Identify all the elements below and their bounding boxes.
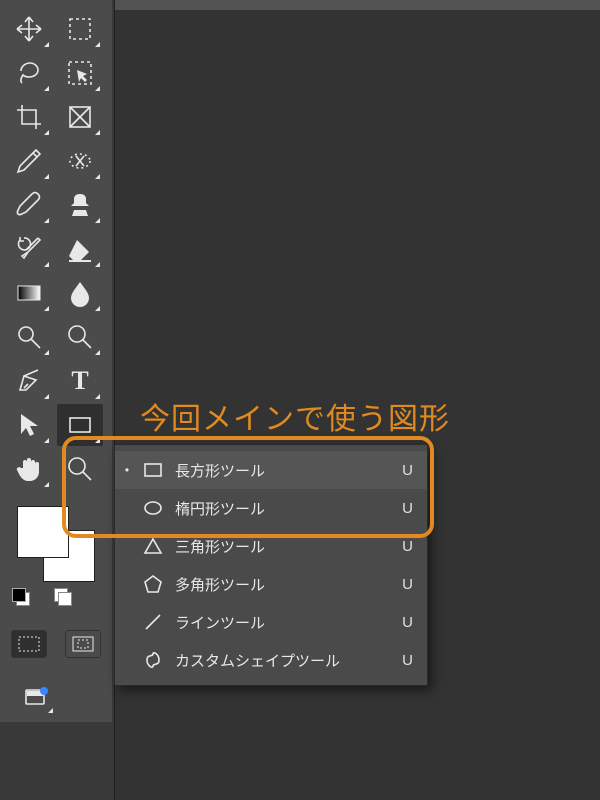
screen-mode-button[interactable] bbox=[16, 680, 56, 716]
quickmask-mode-button[interactable] bbox=[65, 630, 101, 658]
zoom-tool[interactable] bbox=[57, 448, 103, 490]
flyout-item-triangle[interactable]: 三角形ツール U bbox=[115, 527, 427, 565]
history-brush-tool[interactable] bbox=[6, 228, 52, 270]
flyout-item-shortcut: U bbox=[397, 462, 413, 479]
flyout-item-label: 長方形ツール bbox=[175, 460, 387, 481]
flyout-item-polygon[interactable]: 多角形ツール U bbox=[115, 565, 427, 603]
eraser-tool[interactable] bbox=[57, 228, 103, 270]
flyout-item-label: 三角形ツール bbox=[175, 536, 387, 557]
path-select-tool[interactable] bbox=[6, 404, 52, 446]
shape-tool-flyout: • 長方形ツール U 楕円形ツール U 三角形ツール U 多角形ツール U ライ… bbox=[114, 444, 428, 686]
flyout-item-shortcut: U bbox=[397, 538, 413, 555]
object-select-tool[interactable] bbox=[57, 52, 103, 94]
flyout-item-shortcut: U bbox=[397, 576, 413, 593]
lasso-tool[interactable] bbox=[6, 52, 52, 94]
dodge-tool[interactable] bbox=[6, 316, 52, 358]
triangle-icon bbox=[141, 534, 165, 558]
flyout-item-custom-shape[interactable]: カスタムシェイプツール U bbox=[115, 641, 427, 679]
flyout-item-shortcut: U bbox=[397, 500, 413, 517]
flyout-item-shortcut: U bbox=[397, 614, 413, 631]
flyout-item-line[interactable]: ラインツール U bbox=[115, 603, 427, 641]
color-swatches[interactable] bbox=[13, 506, 99, 582]
toolbar: T bbox=[0, 0, 112, 722]
default-colors-icon[interactable] bbox=[12, 588, 30, 606]
rectangle-shape-tool[interactable] bbox=[57, 404, 103, 446]
flyout-item-ellipse[interactable]: 楕円形ツール U bbox=[115, 489, 427, 527]
flyout-item-label: カスタムシェイプツール bbox=[175, 650, 387, 671]
eyedropper-tool[interactable] bbox=[6, 140, 52, 182]
ellipse-icon bbox=[141, 496, 165, 520]
gradient-tool[interactable] bbox=[6, 272, 52, 314]
zoom-mag-tool[interactable] bbox=[57, 316, 103, 358]
flyout-item-shortcut: U bbox=[397, 652, 413, 669]
line-icon bbox=[141, 610, 165, 634]
type-tool[interactable]: T bbox=[57, 360, 103, 402]
custom-shape-icon bbox=[141, 648, 165, 672]
brush-tool[interactable] bbox=[6, 184, 52, 226]
flyout-item-rectangle[interactable]: • 長方形ツール U bbox=[115, 451, 427, 489]
frame-tool[interactable] bbox=[57, 96, 103, 138]
foreground-color-swatch[interactable] bbox=[17, 506, 69, 558]
flyout-item-label: ラインツール bbox=[175, 612, 387, 633]
crop-tool[interactable] bbox=[6, 96, 52, 138]
polygon-icon bbox=[141, 572, 165, 596]
move-tool[interactable] bbox=[6, 8, 52, 50]
hand-tool[interactable] bbox=[6, 448, 52, 490]
healing-brush-tool[interactable] bbox=[57, 140, 103, 182]
pen-tool[interactable] bbox=[6, 360, 52, 402]
rectangle-icon bbox=[141, 458, 165, 482]
marquee-tool[interactable] bbox=[57, 8, 103, 50]
blur-tool[interactable] bbox=[57, 272, 103, 314]
flyout-item-label: 多角形ツール bbox=[175, 574, 387, 595]
clone-stamp-tool[interactable] bbox=[57, 184, 103, 226]
annotation-title: 今回メインで使う図形 bbox=[140, 394, 450, 438]
swap-colors-icon[interactable] bbox=[54, 588, 72, 606]
flyout-item-label: 楕円形ツール bbox=[175, 498, 387, 519]
standard-mode-button[interactable] bbox=[11, 630, 47, 658]
